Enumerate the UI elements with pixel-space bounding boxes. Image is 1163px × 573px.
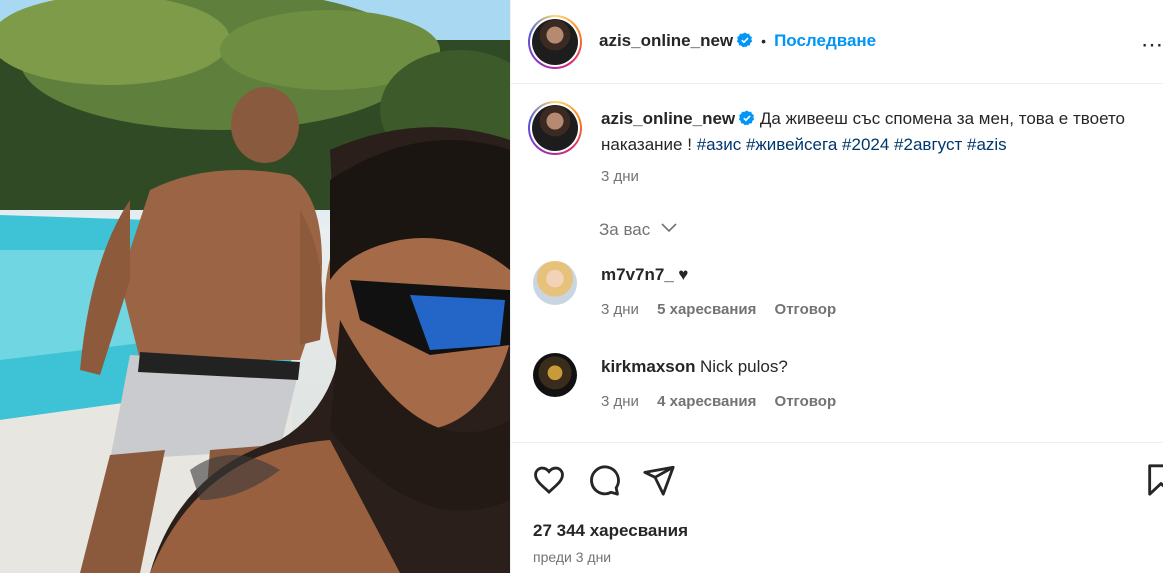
author-username[interactable]: azis_online_new (599, 31, 733, 50)
comment-timestamp[interactable]: 3 дни (601, 393, 639, 410)
comment-likes[interactable]: 4 харесвания (657, 393, 756, 410)
post-panel: azis_online_new • Последване ⋯ azis_online… (510, 0, 1163, 573)
comment-avatar[interactable] (533, 261, 577, 305)
post-header: azis_online_new • Последване ⋯ (511, 0, 1163, 84)
comment-username[interactable]: m7v7n7_ (601, 265, 674, 284)
verified-badge-icon (737, 32, 753, 48)
verified-badge-icon (739, 110, 755, 126)
comment-timestamp[interactable]: 3 дни (601, 301, 639, 318)
chevron-down-icon (661, 223, 677, 233)
likes-count[interactable]: 27 344 харесвания (533, 521, 688, 541)
comment-likes[interactable]: 5 харесвания (657, 301, 756, 318)
hashtag-link[interactable]: #azis (967, 135, 1007, 154)
author-avatar[interactable] (528, 15, 582, 69)
comment-text: Nick pulos? (699, 357, 788, 376)
post-caption: azis_online_new Да живееш със спомена за… (601, 106, 1141, 190)
post-timestamp[interactable]: преди 3 дни (533, 549, 611, 565)
more-options-icon[interactable]: ⋯ (1141, 32, 1163, 58)
comment-avatar[interactable] (533, 353, 577, 397)
comment-username[interactable]: kirkmaxson (601, 357, 696, 376)
bookmark-icon[interactable] (1144, 463, 1163, 497)
post-photo[interactable] (0, 0, 510, 573)
post-photo-illustration (0, 0, 510, 573)
hashtag-link[interactable]: #азис (697, 135, 742, 154)
comment-text: ♥ (678, 265, 689, 284)
follow-button[interactable]: Последване (774, 31, 876, 50)
hashtag-link[interactable]: #2024 (842, 135, 889, 154)
hashtag-link[interactable]: #живейсега (746, 135, 837, 154)
share-icon[interactable] (642, 463, 676, 497)
hashtag-link[interactable]: #2август (894, 135, 962, 154)
post-actions: 27 344 харесвания преди 3 дни (511, 442, 1163, 573)
caption-timestamp[interactable]: 3 дни (601, 164, 1141, 190)
heart-icon[interactable] (532, 463, 566, 497)
comments-filter-dropdown[interactable]: За вас (599, 220, 677, 240)
comments-filter-label: За вас (599, 220, 651, 239)
reply-button[interactable]: Отговор (775, 393, 837, 410)
separator-dot: • (761, 33, 767, 49)
reply-button[interactable]: Отговор (775, 301, 837, 318)
caption-avatar[interactable] (528, 101, 582, 155)
comment-icon[interactable] (587, 463, 621, 497)
caption-username[interactable]: azis_online_new (601, 109, 735, 128)
